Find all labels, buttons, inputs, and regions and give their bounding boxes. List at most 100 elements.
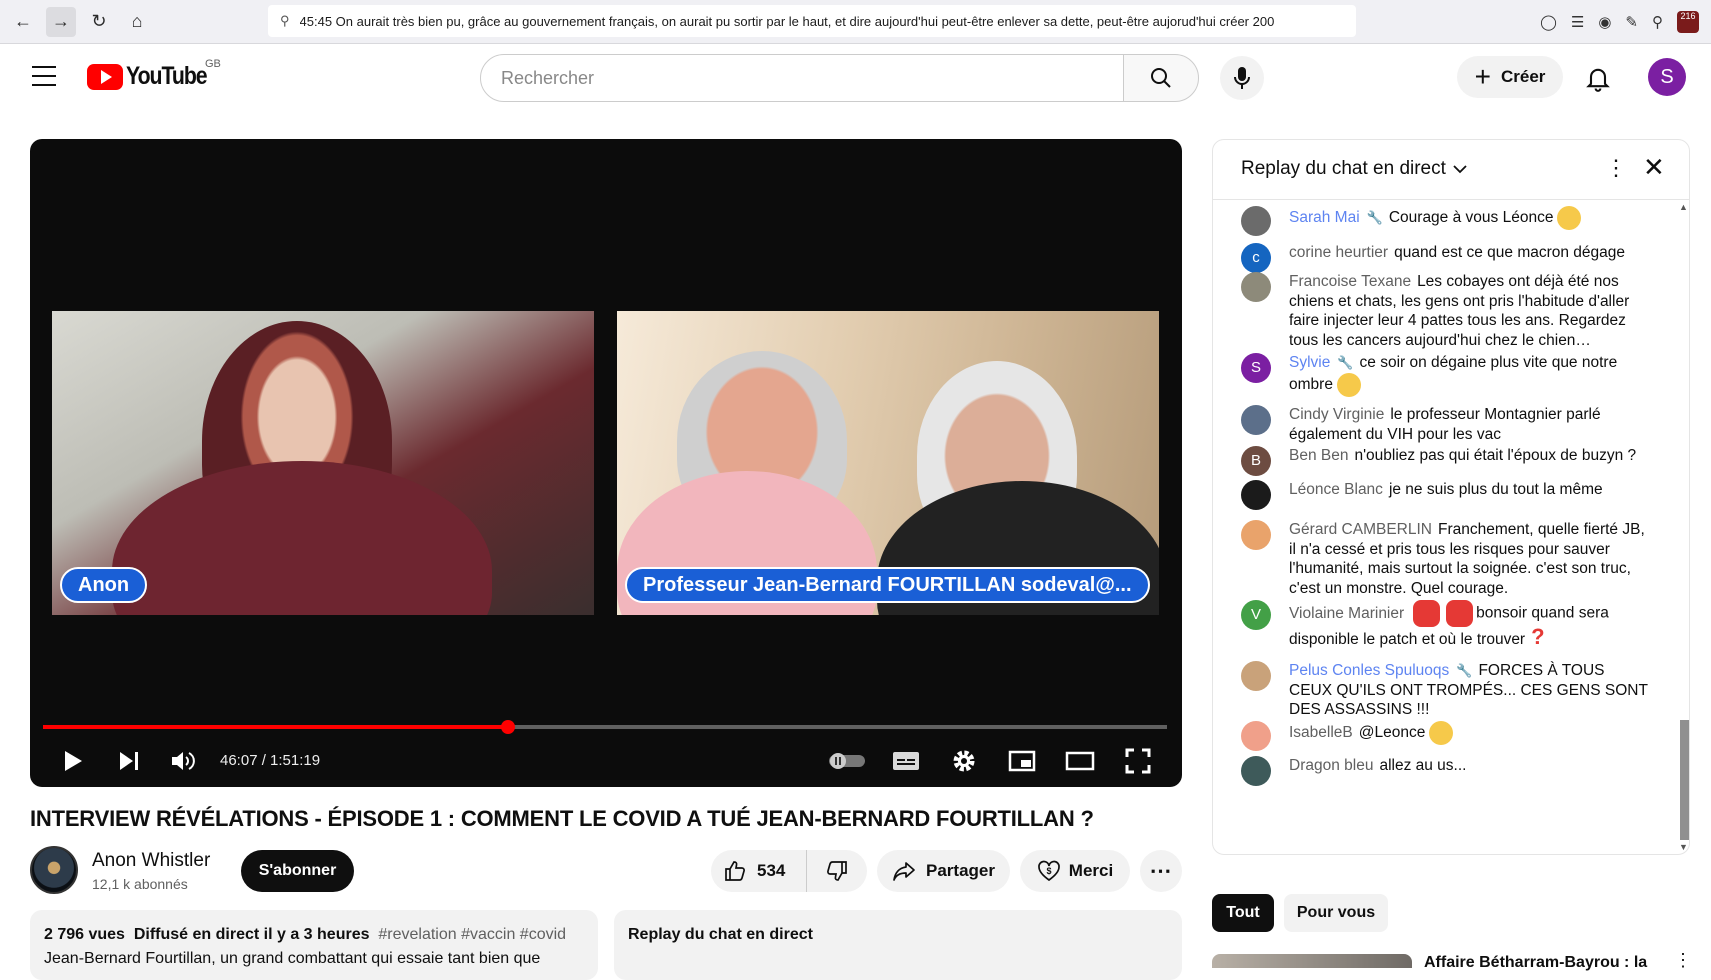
browser-toolbar: ← → ↻ ⌂ ⚲ 45:45 On aurait très bien pu, … bbox=[0, 0, 1711, 44]
chat-author-avatar[interactable] bbox=[1241, 405, 1271, 435]
description-box[interactable]: 2 796 vues Diffusé en direct il y a 3 he… bbox=[30, 910, 598, 980]
account-icon[interactable]: ◉ bbox=[1598, 13, 1611, 31]
search-icon: ⚲ bbox=[280, 13, 290, 28]
chat-author-avatar[interactable] bbox=[1241, 756, 1271, 786]
chat-author-avatar[interactable] bbox=[1241, 721, 1271, 751]
filter-chip-for-you[interactable]: Pour vous bbox=[1284, 894, 1388, 932]
chat-replay-card[interactable]: Replay du chat en direct bbox=[614, 910, 1182, 980]
suggested-video-title[interactable]: Affaire Bétharram-Bayrou : la bbox=[1424, 954, 1647, 972]
chat-author-name[interactable]: Dragon bleu bbox=[1289, 757, 1373, 774]
chat-author-avatar[interactable]: S bbox=[1241, 353, 1271, 383]
video-frame-left: Anon bbox=[52, 311, 594, 615]
chat-author-name[interactable]: Pelus Conles Spuluoqs bbox=[1289, 662, 1449, 679]
user-avatar[interactable]: S bbox=[1648, 58, 1686, 96]
chat-message[interactable]: B Ben Ben n'oubliez pas qui était l'époux … bbox=[1241, 446, 1651, 476]
like-button[interactable]: 534 bbox=[711, 850, 807, 892]
forward-icon[interactable]: → bbox=[46, 6, 76, 37]
subscribe-button[interactable]: S'abonner bbox=[241, 850, 354, 892]
chat-author-name[interactable]: Gérard CAMBERLIN bbox=[1289, 521, 1432, 538]
question-mark-emoji-icon: ? bbox=[1531, 624, 1545, 649]
close-icon[interactable]: ✕ bbox=[1643, 154, 1665, 180]
chat-author-avatar[interactable] bbox=[1241, 272, 1271, 302]
extension-badge-icon[interactable]: 216 bbox=[1677, 11, 1699, 33]
chat-author-avatar[interactable] bbox=[1241, 661, 1271, 691]
chat-message-content: Sarah Mai 🔧 Courage à vous Léonce bbox=[1289, 206, 1651, 230]
thanks-button[interactable]: $ Merci bbox=[1020, 850, 1130, 892]
more-actions-button[interactable]: ⋯ bbox=[1140, 850, 1182, 892]
miniplayer-button[interactable] bbox=[1006, 747, 1038, 775]
chat-author-name[interactable]: Cindy Virginie bbox=[1289, 406, 1384, 423]
scroll-up-icon[interactable]: ▲ bbox=[1679, 202, 1688, 212]
chat-author-avatar[interactable]: B bbox=[1241, 446, 1271, 476]
volume-button[interactable] bbox=[168, 747, 198, 775]
chat-author-avatar[interactable]: c bbox=[1241, 243, 1271, 273]
chat-author-name[interactable]: Sarah Mai bbox=[1289, 209, 1360, 226]
chat-message-content: Violaine Marinier bonsoir quand sera disp… bbox=[1289, 600, 1651, 650]
progress-scrubber[interactable] bbox=[501, 720, 516, 734]
suggested-video-thumbnail[interactable] bbox=[1212, 954, 1412, 968]
chat-message[interactable]: S Sylvie 🔧 ce soir on dégaine plus vite que… bbox=[1241, 353, 1651, 397]
chat-author-name[interactable]: Ben Ben bbox=[1289, 447, 1348, 464]
filter-chip-all[interactable]: Tout bbox=[1212, 894, 1274, 932]
chat-author-name[interactable]: corine heurtier bbox=[1289, 244, 1388, 261]
face-emoji-icon bbox=[1336, 372, 1361, 397]
magnifier-icon[interactable]: ⚲ bbox=[1652, 13, 1663, 31]
chat-message[interactable]: Dragon bleu allez au us... bbox=[1241, 756, 1651, 786]
hashtags[interactable]: #revelation #vaccin #covid bbox=[378, 926, 566, 943]
chat-mode-dropdown[interactable]: Replay du chat en direct bbox=[1241, 158, 1468, 180]
autoplay-toggle[interactable] bbox=[827, 747, 867, 775]
chat-author-avatar[interactable] bbox=[1241, 480, 1271, 510]
chat-author-name[interactable]: Francoise Texane bbox=[1289, 273, 1411, 290]
fullscreen-button[interactable] bbox=[1122, 747, 1154, 775]
progress-bar[interactable] bbox=[43, 720, 1167, 734]
region-code: GB bbox=[205, 58, 221, 70]
chat-scrollbar[interactable]: ▲ ▼ bbox=[1675, 200, 1689, 854]
chat-options-icon[interactable]: ⋮ bbox=[1605, 157, 1627, 179]
chat-scroll-thumb[interactable] bbox=[1680, 720, 1689, 840]
extensions-icon[interactable]: ✎ bbox=[1625, 13, 1638, 31]
chat-message[interactable]: V Violaine Marinier bonsoir quand sera dis… bbox=[1241, 600, 1651, 650]
chat-author-name[interactable]: IsabelleB bbox=[1289, 724, 1353, 741]
youtube-logo[interactable]: YouTube bbox=[87, 62, 221, 91]
chat-message[interactable]: Léonce Blanc je ne suis plus du tout la m… bbox=[1241, 480, 1651, 510]
channel-name[interactable]: Anon Whistler bbox=[92, 850, 210, 872]
notifications-bell-icon[interactable] bbox=[1584, 64, 1612, 92]
share-button[interactable]: Partager bbox=[877, 850, 1010, 892]
chat-author-name[interactable]: Violaine Marinier bbox=[1289, 605, 1404, 622]
subtitles-button[interactable] bbox=[890, 747, 922, 775]
reload-icon[interactable]: ↻ bbox=[84, 7, 114, 37]
chat-message[interactable]: IsabelleB @Leonce bbox=[1241, 721, 1651, 751]
chat-message[interactable]: Sarah Mai 🔧 Courage à vous Léonce bbox=[1241, 206, 1651, 236]
create-button[interactable]: + Créer bbox=[1457, 56, 1563, 98]
settings-button[interactable] bbox=[948, 747, 980, 775]
chat-message[interactable]: Pelus Conles Spuluoqs 🔧 FORCES À TOUS CEUX… bbox=[1241, 661, 1651, 720]
play-button[interactable] bbox=[58, 747, 88, 775]
voice-search-button[interactable] bbox=[1220, 56, 1264, 100]
theater-mode-button[interactable] bbox=[1064, 747, 1096, 775]
address-bar[interactable]: ⚲ 45:45 On aurait très bien pu, grâce au… bbox=[268, 5, 1356, 37]
hamburger-menu-icon[interactable] bbox=[32, 66, 56, 86]
chat-message[interactable]: c corine heurtier quand est ce que macron … bbox=[1241, 243, 1651, 273]
create-label: Créer bbox=[1500, 67, 1546, 86]
pocket-icon[interactable]: ◯ bbox=[1540, 13, 1557, 31]
live-chat-panel: Replay du chat en direct ⋮ ✕ Sarah Mai 🔧 C… bbox=[1212, 139, 1690, 855]
chat-author-name[interactable]: Sylvie bbox=[1289, 354, 1330, 371]
chat-author-avatar[interactable] bbox=[1241, 206, 1271, 236]
channel-avatar[interactable] bbox=[30, 846, 78, 894]
broadcast-info: Diffusé en direct il y a 3 heures bbox=[133, 926, 370, 943]
chat-author-avatar[interactable] bbox=[1241, 520, 1271, 550]
library-icon[interactable]: ☰ bbox=[1571, 13, 1584, 31]
scroll-down-icon[interactable]: ▼ bbox=[1679, 842, 1688, 852]
chat-message[interactable]: Cindy Virginie le professeur Montagnier p… bbox=[1241, 405, 1651, 444]
chat-message[interactable]: Francoise Texane Les cobayes ont déjà été… bbox=[1241, 272, 1651, 350]
back-icon[interactable]: ← bbox=[8, 7, 38, 37]
chat-author-avatar[interactable]: V bbox=[1241, 600, 1271, 630]
chat-message[interactable]: Gérard CAMBERLIN Franchement, quelle fier… bbox=[1241, 520, 1651, 598]
next-button[interactable] bbox=[114, 747, 144, 775]
dislike-button[interactable] bbox=[807, 859, 867, 883]
home-icon[interactable]: ⌂ bbox=[122, 7, 152, 37]
search-button[interactable] bbox=[1123, 54, 1199, 102]
video-player[interactable]: Anon Professeur Jean-Bernard FOURTILLAN … bbox=[30, 139, 1182, 787]
search-input[interactable]: Rechercher bbox=[480, 54, 1124, 102]
chat-author-name[interactable]: Léonce Blanc bbox=[1289, 481, 1383, 498]
